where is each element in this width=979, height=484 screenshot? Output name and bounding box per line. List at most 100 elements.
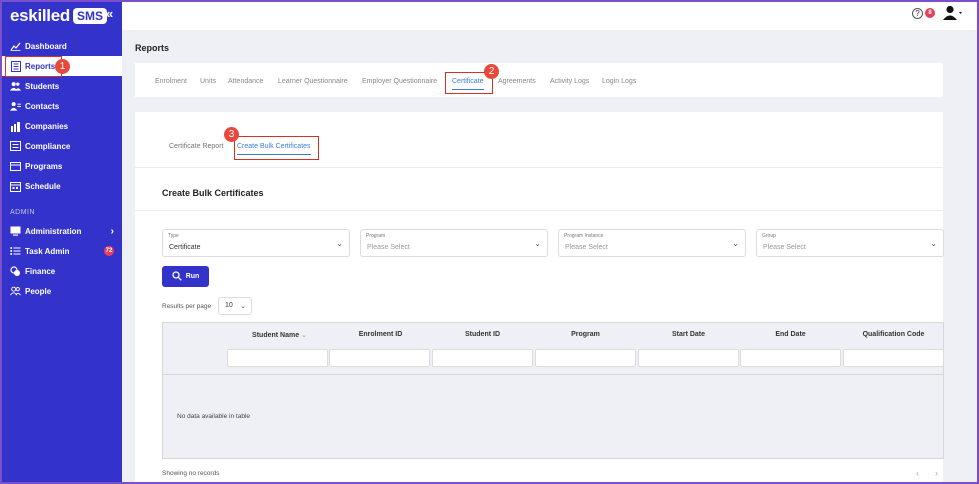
tab-attendance[interactable]: Attendance <box>228 78 263 85</box>
filter-program-input[interactable] <box>535 349 636 367</box>
column-header-end-date[interactable]: End Date <box>740 331 841 338</box>
monitor-icon <box>10 226 21 237</box>
search-icon <box>172 270 182 283</box>
notification-badge[interactable]: 8 <box>925 8 935 18</box>
empty-table-message: No data available in table <box>177 413 250 420</box>
sidebar-item-people[interactable]: People <box>0 281 122 301</box>
chevron-down-icon: ⌄ <box>336 239 343 248</box>
divider <box>135 210 943 211</box>
task-list-icon <box>10 246 21 257</box>
program-instance-select-value: Please Select <box>565 244 608 251</box>
filter-end-date-input[interactable] <box>740 349 841 367</box>
sidebar-item-finance[interactable]: Finance <box>0 261 122 281</box>
filter-student-name-input[interactable] <box>227 349 328 367</box>
tab-login-logs[interactable]: Login Logs <box>602 78 636 85</box>
results-per-page-value: 10 <box>225 302 233 309</box>
sidebar-item-contacts[interactable]: Contacts <box>0 96 122 116</box>
chevron-right-icon: › <box>110 225 114 237</box>
annotation-number: 1 <box>55 59 70 74</box>
tab-agreements[interactable]: Agreements <box>498 78 536 85</box>
annotation-number: 2 <box>484 64 499 79</box>
results-table: Student Name ⌄ Enrolment ID Student ID P… <box>162 322 944 459</box>
logo-text: eskilled <box>10 6 70 25</box>
sidebar-item-dashboard[interactable]: Dashboard <box>0 36 122 56</box>
sidebar-item-label: Contacts <box>25 101 60 111</box>
program-select-label: Program <box>366 233 386 239</box>
filter-enrolment-id-input[interactable] <box>329 349 430 367</box>
results-per-page-label: Results per page <box>162 303 212 310</box>
next-page-button[interactable]: › <box>935 468 938 478</box>
annotation-box-create-bulk <box>234 136 319 160</box>
sidebar-item-label: People <box>25 286 52 296</box>
page-title: Reports <box>135 43 170 53</box>
user-avatar-icon[interactable] <box>942 5 962 26</box>
tab-employer-questionnaire[interactable]: Employer Questionnaire <box>362 78 437 85</box>
sidebar-item-label: Finance <box>25 266 56 276</box>
chevron-down-icon: ⌄ <box>930 239 937 248</box>
list-check-icon <box>10 141 21 152</box>
people-icon <box>10 286 21 297</box>
divider <box>135 167 943 168</box>
column-header-student-id[interactable]: Student ID <box>432 331 533 338</box>
sidebar-item-label: Companies <box>25 121 69 131</box>
group-select-value: Please Select <box>763 244 806 251</box>
run-button-label: Run <box>185 273 200 280</box>
section-title: Create Bulk Certificates <box>162 188 264 198</box>
tab-activity-logs[interactable]: Activity Logs <box>550 78 589 85</box>
sidebar-item-label: Dashboard <box>25 41 67 51</box>
program-select[interactable]: Program Please Select ⌄ <box>360 229 548 257</box>
records-info: Showing no records <box>162 470 220 477</box>
sidebar-item-administration[interactable]: Administration › <box>0 221 122 241</box>
results-per-page-select[interactable]: 10 ⌄ <box>218 297 252 315</box>
help-icon[interactable]: ? <box>912 8 923 19</box>
column-header-start-date[interactable]: Start Date <box>638 331 739 338</box>
prev-page-button[interactable]: ‹ <box>916 468 919 478</box>
building-icon <box>10 121 21 132</box>
filter-student-id-input[interactable] <box>432 349 533 367</box>
type-select-value: Certificate <box>169 244 201 251</box>
column-header-qualification-code[interactable]: Qualification Code <box>843 331 944 338</box>
program-instance-select[interactable]: Program Instance Please Select ⌄ <box>558 229 746 257</box>
chevron-down-icon: ⌄ <box>732 239 739 248</box>
sidebar-item-label: Programs <box>25 161 63 171</box>
sidebar-item-schedule[interactable]: Schedule <box>0 176 122 196</box>
run-button[interactable]: Run <box>162 266 209 287</box>
filter-qualification-code-input[interactable] <box>843 349 944 367</box>
sidebar-item-programs[interactable]: Programs <box>0 156 122 176</box>
filter-start-date-input[interactable] <box>638 349 739 367</box>
tab-enrolment[interactable]: Enrolment <box>155 78 187 85</box>
main-card: Certificate Report Create Bulk Certifica… <box>135 112 944 484</box>
column-header-enrolment-id[interactable]: Enrolment ID <box>330 331 431 338</box>
report-tabs: Enrolment Units Attendance Learner Quest… <box>135 63 943 97</box>
collapse-sidebar-icon[interactable]: « <box>106 6 113 21</box>
tab-learner-questionnaire[interactable]: Learner Questionnaire <box>278 78 348 85</box>
sidebar-item-students[interactable]: Students <box>0 76 122 96</box>
folder-icon <box>10 161 21 172</box>
program-select-value: Please Select <box>367 244 410 251</box>
logo[interactable]: eskilled SMS <box>10 6 107 26</box>
group-select[interactable]: Group Please Select ⌄ <box>756 229 944 257</box>
type-select[interactable]: Type Certificate ⌄ <box>162 229 350 257</box>
sidebar-item-label: Students <box>25 81 60 91</box>
task-count-badge: 72 <box>104 246 114 256</box>
annotation-box-reports <box>5 56 62 77</box>
sidebar-item-task-admin[interactable]: Task Admin 72 <box>0 241 122 261</box>
chevron-down-icon: ⌄ <box>534 239 541 248</box>
annotation-number: 3 <box>224 127 239 142</box>
subtab-certificate-report[interactable]: Certificate Report <box>169 143 223 150</box>
column-header-student-name[interactable]: Student Name ⌄ <box>229 331 330 339</box>
type-select-label: Type <box>168 233 179 239</box>
column-header-program[interactable]: Program <box>535 331 636 338</box>
logo-badge: SMS <box>72 8 107 24</box>
chevron-down-icon: ⌄ <box>240 303 246 310</box>
sidebar-item-label: Task Admin <box>25 246 70 256</box>
coins-icon <box>10 265 21 277</box>
admin-section-heading: ADMIN <box>10 209 36 216</box>
chart-line-icon <box>10 41 21 52</box>
table-divider <box>163 374 943 375</box>
tab-units[interactable]: Units <box>200 78 216 85</box>
contact-icon <box>10 101 21 112</box>
sidebar-item-companies[interactable]: Companies <box>0 116 122 136</box>
top-bar: ? 8 <box>122 0 979 30</box>
sidebar-item-compliance[interactable]: Compliance <box>0 136 122 156</box>
